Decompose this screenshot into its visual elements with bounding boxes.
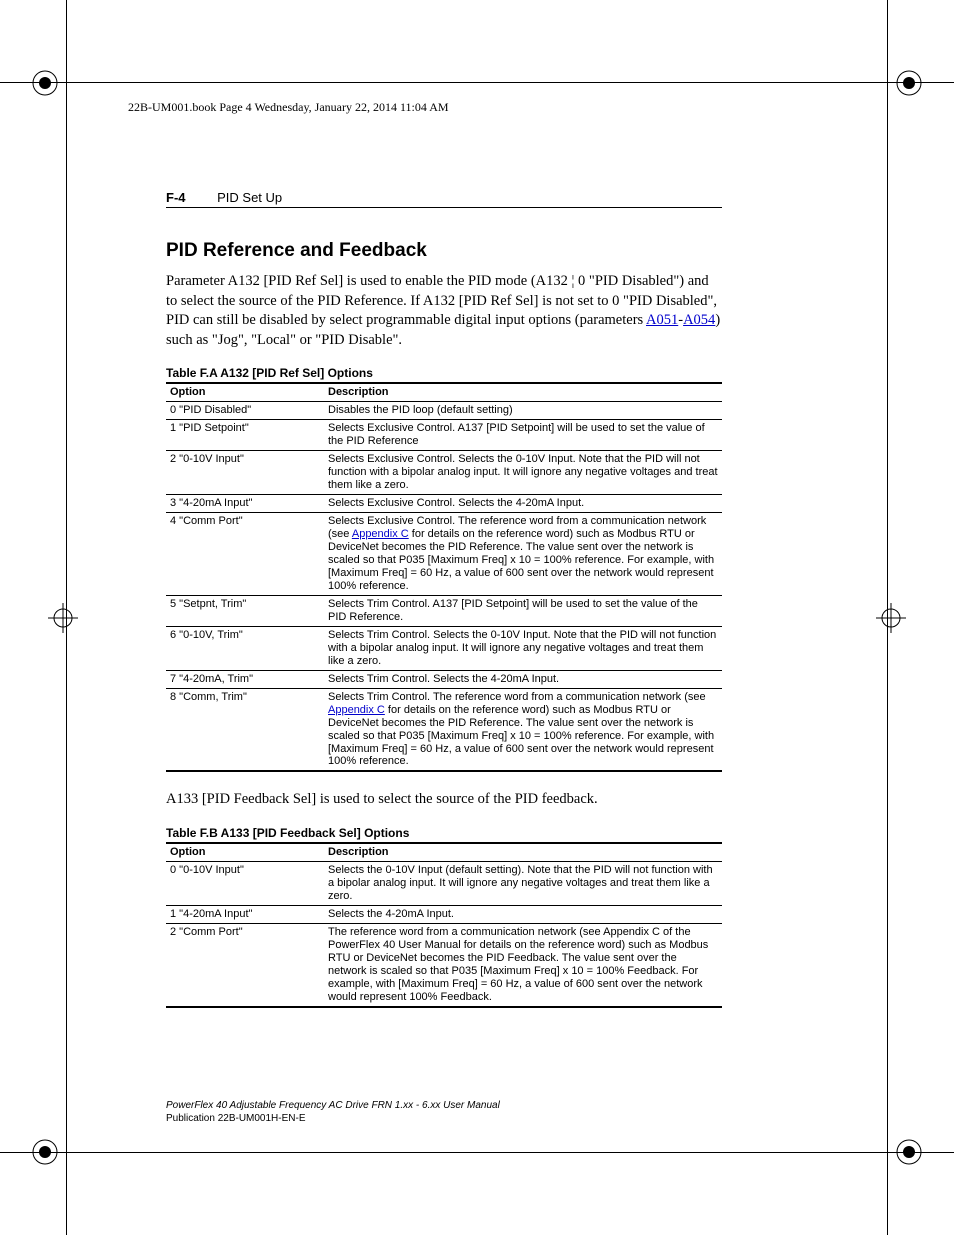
- cell-option: 2 "0-10V Input": [166, 451, 324, 495]
- cell-description: Selects Trim Control. Selects the 0-10V …: [324, 626, 722, 670]
- cell-description: Disables the PID loop (default setting): [324, 402, 722, 420]
- section-title: PID Reference and Feedback: [166, 240, 722, 262]
- cell-option: 6 "0-10V, Trim": [166, 626, 324, 670]
- registration-mark-icon: [30, 1137, 60, 1167]
- registration-mark-icon: [894, 1137, 924, 1167]
- table-row: 1 "4-20mA Input"Selects the 4-20mA Input…: [166, 905, 722, 923]
- table-row: 3 "4-20mA Input"Selects Exclusive Contro…: [166, 495, 722, 513]
- cell-option: 1 "PID Setpoint": [166, 420, 324, 451]
- cell-description: Selects Exclusive Control. The reference…: [324, 513, 722, 596]
- page: 22B-UM001.book Page 4 Wednesday, January…: [0, 0, 954, 1235]
- table-header-row: Option Description: [166, 843, 722, 861]
- col-header-option: Option: [166, 843, 324, 861]
- cell-option: 5 "Setpnt, Trim": [166, 595, 324, 626]
- cell-option: 7 "4-20mA, Trim": [166, 670, 324, 688]
- table-row: 5 "Setpnt, Trim"Selects Trim Control. A1…: [166, 595, 722, 626]
- paragraph-text: Parameter A132 [PID Ref Sel] is used to …: [166, 273, 717, 328]
- cell-description: Selects Exclusive Control. Selects the 4…: [324, 495, 722, 513]
- table-row: 0 "PID Disabled"Disables the PID loop (d…: [166, 402, 722, 420]
- cell-option: 1 "4-20mA Input": [166, 905, 324, 923]
- table-row: 2 "Comm Port"The reference word from a c…: [166, 923, 722, 1006]
- paragraph-2: A133 [PID Feedback Sel] is used to selec…: [166, 790, 722, 810]
- cell-option: 2 "Comm Port": [166, 923, 324, 1006]
- table-a: Option Description 0 "PID Disabled"Disab…: [166, 382, 722, 772]
- cell-description: Selects Trim Control. The reference word…: [324, 688, 722, 771]
- link-appendix-c[interactable]: Appendix C: [328, 704, 385, 716]
- col-header-description: Description: [324, 843, 722, 861]
- registration-mark-icon: [30, 68, 60, 98]
- table-b: Option Description 0 "0-10V Input"Select…: [166, 842, 722, 1008]
- cell-description: Selects the 0-10V Input (default setting…: [324, 861, 722, 905]
- book-header-line: 22B-UM001.book Page 4 Wednesday, January…: [128, 100, 826, 115]
- cell-option: 3 "4-20mA Input": [166, 495, 324, 513]
- running-head: F-4 PID Set Up: [166, 190, 722, 208]
- link-a051[interactable]: A051: [646, 312, 678, 328]
- table-header-row: Option Description: [166, 383, 722, 401]
- crosshair-icon: [876, 603, 906, 633]
- registration-mark-icon: [894, 68, 924, 98]
- cell-option: 0 "0-10V Input": [166, 861, 324, 905]
- cell-option: 4 "Comm Port": [166, 513, 324, 596]
- link-a054[interactable]: A054: [683, 312, 715, 328]
- table-a-caption: Table F.A A132 [PID Ref Sel] Options: [166, 366, 722, 380]
- table-row: 6 "0-10V, Trim"Selects Trim Control. Sel…: [166, 626, 722, 670]
- table-row: 0 "0-10V Input"Selects the 0-10V Input (…: [166, 861, 722, 905]
- col-header-option: Option: [166, 383, 324, 401]
- cell-description: Selects the 4-20mA Input.: [324, 905, 722, 923]
- table-row: 2 "0-10V Input"Selects Exclusive Control…: [166, 451, 722, 495]
- page-number: F-4: [166, 190, 186, 205]
- table-row: 1 "PID Setpoint"Selects Exclusive Contro…: [166, 420, 722, 451]
- content-area: F-4 PID Set Up PID Reference and Feedbac…: [166, 190, 722, 1008]
- table-row: 8 "Comm, Trim"Selects Trim Control. The …: [166, 688, 722, 771]
- cell-description: Selects Trim Control. A137 [PID Setpoint…: [324, 595, 722, 626]
- cell-description: Selects Trim Control. Selects the 4-20mA…: [324, 670, 722, 688]
- page-footer: PowerFlex 40 Adjustable Frequency AC Dri…: [166, 1096, 722, 1125]
- table-row: 7 "4-20mA, Trim"Selects Trim Control. Se…: [166, 670, 722, 688]
- link-appendix-c[interactable]: Appendix C: [352, 528, 409, 540]
- footer-manual-title: PowerFlex 40 Adjustable Frequency AC Dri…: [166, 1100, 722, 1113]
- cell-description: Selects Exclusive Control. A137 [PID Set…: [324, 420, 722, 451]
- chapter-title: PID Set Up: [217, 190, 282, 205]
- cell-option: 8 "Comm, Trim": [166, 688, 324, 771]
- footer-publication: Publication 22B-UM001H-EN-E: [166, 1113, 722, 1126]
- col-header-description: Description: [324, 383, 722, 401]
- cell-description: The reference word from a communication …: [324, 923, 722, 1006]
- cell-description: Selects Exclusive Control. Selects the 0…: [324, 451, 722, 495]
- table-row: 4 "Comm Port"Selects Exclusive Control. …: [166, 513, 722, 596]
- table-b-caption: Table F.B A133 [PID Feedback Sel] Option…: [166, 826, 722, 840]
- cell-option: 0 "PID Disabled": [166, 402, 324, 420]
- intro-paragraph: Parameter A132 [PID Ref Sel] is used to …: [166, 272, 722, 350]
- crosshair-icon: [48, 603, 78, 633]
